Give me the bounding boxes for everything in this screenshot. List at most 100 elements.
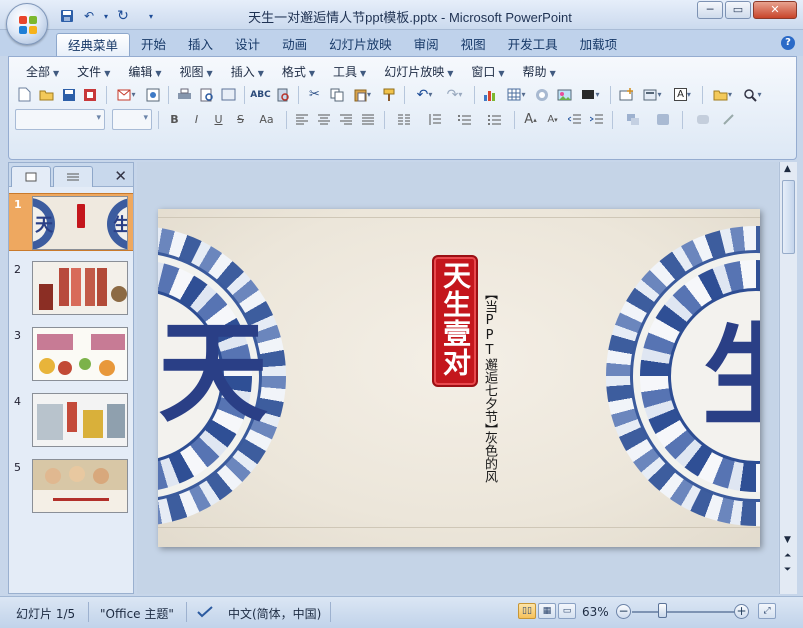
table-icon[interactable]: ▾ [503,85,530,104]
picture-icon[interactable] [555,85,574,104]
underline-icon[interactable]: U [209,110,228,129]
slide-thumbnail-2[interactable]: 2 [9,259,133,317]
zoom-slider[interactable] [632,611,738,613]
format-painter-icon[interactable] [379,85,398,104]
tab-outline[interactable] [53,166,93,187]
slideshow-view-button[interactable]: ▭ [558,603,576,619]
chevron-down-icon[interactable]: ▾ [102,7,110,25]
folder-icon[interactable]: ▾ [709,85,736,104]
help-icon[interactable]: ? [781,36,795,50]
normal-view-button[interactable]: ▯▯ [518,603,536,619]
justify-icon[interactable] [359,110,378,129]
menu-slideshow[interactable]: 幻灯片放映 ▼ [375,63,462,81]
chart-icon[interactable] [481,85,500,104]
customize-qat-icon[interactable]: ▾ [146,7,156,25]
zoom-icon[interactable]: ▾ [739,85,766,104]
menu-format[interactable]: 格式 ▼ [273,63,324,81]
tab-design[interactable]: 设计 [224,33,271,56]
menu-view[interactable]: 视图 ▼ [171,63,222,81]
slide-thumbnail-4[interactable]: 4 [9,391,133,449]
columns-icon[interactable] [391,110,418,129]
change-case-icon[interactable]: Aa [253,110,280,129]
research-icon[interactable] [273,85,292,104]
slide-thumbnail-5[interactable]: 5 [9,457,133,515]
zoom-level[interactable]: 63% [582,605,609,619]
slide-thumbnail-3[interactable]: 3 [9,325,133,383]
print-icon[interactable] [175,85,194,104]
increase-indent-icon[interactable] [587,110,606,129]
spelling-icon[interactable]: ABC [250,85,270,104]
tab-insert[interactable]: 插入 [177,33,224,56]
open-icon[interactable] [37,85,56,104]
save-icon[interactable] [58,7,76,25]
menu-help[interactable]: 帮助 ▼ [514,63,565,81]
scrollbar-thumb[interactable] [782,180,795,254]
tab-slideshow[interactable]: 幻灯片放映 [318,33,403,56]
office-button[interactable] [6,3,48,45]
menu-insert[interactable]: 插入 ▼ [222,63,273,81]
close-button[interactable]: ✕ [753,1,797,19]
font-shrink-icon[interactable]: A ▾ [543,110,562,129]
vertical-scrollbar[interactable]: ▲ ▼ ⏶ ⏷ [779,162,797,594]
tab-classic-menu[interactable]: 经典菜单 [56,33,131,56]
slide-preview-icon[interactable] [219,85,238,104]
shape-fill-icon[interactable] [689,110,716,129]
zoom-in-icon[interactable]: + [734,604,749,619]
menu-edit[interactable]: 编辑 ▼ [119,63,170,81]
zoom-slider-knob[interactable] [658,603,667,618]
tab-home[interactable]: 开始 [130,33,177,56]
decrease-indent-icon[interactable] [565,110,584,129]
slide-thumbnail-1[interactable]: 1 天 生 [9,193,133,251]
align-left-icon[interactable] [293,110,312,129]
close-icon[interactable]: ✕ [114,167,127,185]
menu-tools[interactable]: 工具 ▼ [324,63,375,81]
new-slide-icon[interactable] [617,85,636,104]
font-grow-icon[interactable]: A ▴ [521,110,540,129]
paste-icon[interactable]: ▾ [349,85,376,104]
scroll-up-icon[interactable]: ▲ [784,164,791,174]
layout-icon[interactable]: ▾ [639,85,666,104]
tab-developer[interactable]: 开发工具 [497,33,569,56]
print-preview-icon[interactable] [197,85,216,104]
center-icon[interactable] [315,110,334,129]
tab-animations[interactable]: 动画 [271,33,318,56]
fit-to-window-icon[interactable]: ⤢ [758,603,776,619]
menu-file[interactable]: 文件 ▼ [68,63,119,81]
tab-view[interactable]: 视图 [450,33,497,56]
menu-window[interactable]: 窗口 ▼ [462,63,513,81]
arrange-icon[interactable] [619,110,646,129]
save-icon[interactable] [59,85,78,104]
font-size-select[interactable] [112,109,152,130]
copy-icon[interactable] [327,85,346,104]
permission-icon[interactable] [81,85,100,104]
tab-slides[interactable] [11,166,51,187]
redo-icon[interactable]: ↻ [114,7,132,25]
cut-icon[interactable]: ✂ [305,85,324,104]
bold-icon[interactable]: B [165,110,184,129]
menu-all[interactable]: 全部 ▼ [17,63,68,81]
maximize-button[interactable]: ▭ [725,1,751,19]
tab-review[interactable]: 审阅 [403,33,450,56]
undo-icon[interactable]: ↶ ▾ [411,85,438,104]
line-spacing-icon[interactable] [421,110,448,129]
tab-addins[interactable]: 加载项 [569,33,629,56]
font-name-select[interactable] [15,109,105,130]
shape-icon[interactable]: ▾ [577,85,604,104]
smartart-icon[interactable] [533,85,552,104]
strikethrough-icon[interactable]: S [231,110,250,129]
redo-icon[interactable]: ↷ ▾ [441,85,468,104]
bullets-icon[interactable] [481,110,508,129]
next-slide-icon[interactable]: ⏷ [784,565,791,575]
spell-check-icon[interactable] [196,605,214,622]
new-icon[interactable] [15,85,34,104]
slide-canvas[interactable]: 天 生 天生壹对 【当PPT邂逅七夕节】 灰色的风 [158,209,760,547]
email-icon[interactable]: ▾ [113,85,140,104]
slide-sorter-view-button[interactable]: ▦ [538,603,556,619]
textbox-icon[interactable]: A ▾ [669,85,696,104]
pdf-icon[interactable] [143,85,162,104]
align-right-icon[interactable] [337,110,356,129]
quick-styles-icon[interactable] [649,110,676,129]
minimize-button[interactable]: ─ [697,1,723,19]
previous-slide-icon[interactable]: ⏶ [784,551,791,561]
language-status[interactable]: 中文(简体，中国) [228,605,321,622]
